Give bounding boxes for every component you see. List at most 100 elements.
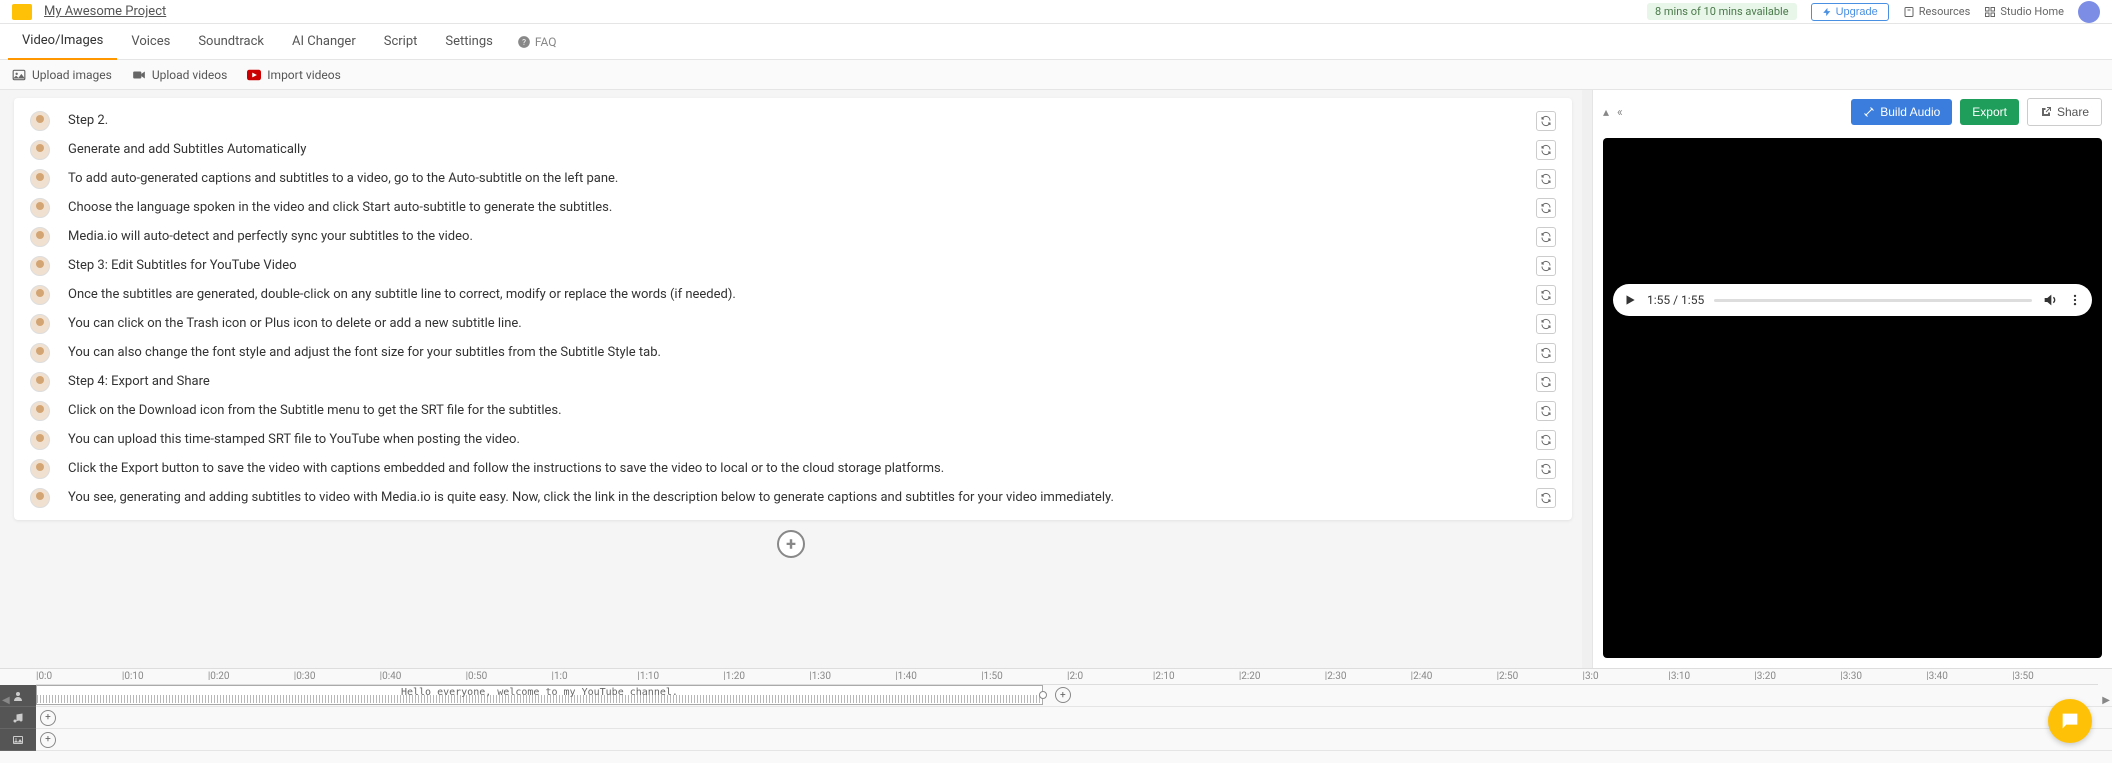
script-line-text[interactable]: Step 4: Export and Share [68,371,1518,392]
regenerate-button[interactable] [1536,343,1556,363]
faq-link[interactable]: ? FAQ [507,35,567,49]
upload-videos-button[interactable]: Upload videos [132,68,227,82]
volume-button[interactable] [2042,292,2058,308]
timeline-tick: |0:50 [466,671,488,682]
row-avatar[interactable] [30,140,50,160]
row-avatar[interactable] [30,198,50,218]
script-line-text[interactable]: You can upload this time-stamped SRT fil… [68,429,1518,450]
timeline-scroll-right[interactable]: ▶ [2102,695,2110,706]
row-avatar[interactable] [30,343,50,363]
script-row[interactable]: You see, generating and adding subtitles… [14,483,1572,512]
row-avatar[interactable] [30,459,50,479]
timeline-ruler[interactable]: |0:0|0:10|0:20|0:30|0:40|0:50|1:0|1:10|1… [36,669,2098,685]
regenerate-button[interactable] [1536,285,1556,305]
script-line-text[interactable]: Choose the language spoken in the video … [68,197,1518,218]
add-block-button[interactable]: + [777,530,805,558]
script-line-text[interactable]: You can click on the Trash icon or Plus … [68,313,1518,334]
add-clip-button[interactable]: + [1055,687,1071,703]
script-row[interactable]: You can upload this time-stamped SRT fil… [14,425,1572,454]
collapse-left-icon[interactable]: « [1617,105,1623,119]
upload-images-button[interactable]: Upload images [12,68,112,82]
collapse-up-icon[interactable]: ▴ [1603,105,1609,119]
regenerate-button[interactable] [1536,169,1556,189]
row-avatar[interactable] [30,256,50,276]
regenerate-button[interactable] [1536,314,1556,334]
add-music-button[interactable]: + [40,710,56,726]
refresh-icon [1540,289,1552,301]
script-row[interactable]: Once the subtitles are generated, double… [14,280,1572,309]
tab-voices[interactable]: Voices [117,24,184,60]
script-row[interactable]: Choose the language spoken in the video … [14,193,1572,222]
voice-track[interactable]: Hello everyone, welcome to my YouTube ch… [36,685,2112,707]
row-avatar[interactable] [30,372,50,392]
clip-end-handle[interactable] [1039,691,1047,699]
regenerate-button[interactable] [1536,227,1556,247]
script-line-text[interactable]: You can also change the font style and a… [68,342,1518,363]
script-row[interactable]: Click on the Download icon from the Subt… [14,396,1572,425]
script-row[interactable]: Step 3: Edit Subtitles for YouTube Video [14,251,1572,280]
user-avatar[interactable] [2078,1,2100,23]
tab-settings[interactable]: Settings [431,24,506,60]
script-line-text[interactable]: Click on the Download icon from the Subt… [68,400,1518,421]
script-line-text[interactable]: You see, generating and adding subtitles… [68,487,1518,508]
regenerate-button[interactable] [1536,140,1556,160]
row-avatar[interactable] [30,430,50,450]
add-image-button[interactable]: + [40,732,56,748]
row-avatar[interactable] [30,227,50,247]
more-options-button[interactable] [2068,293,2082,307]
script-row[interactable]: Step 4: Export and Share [14,367,1572,396]
studio-home-link[interactable]: Studio Home [1984,5,2064,18]
script-row[interactable]: You can click on the Trash icon or Plus … [14,309,1572,338]
scrollbar[interactable] [1582,90,1592,668]
progress-bar[interactable] [1714,299,2032,302]
script-line-text[interactable]: To add auto-generated captions and subti… [68,168,1518,189]
tab-soundtrack[interactable]: Soundtrack [184,24,278,60]
script-row[interactable]: Media.io will auto-detect and perfectly … [14,222,1572,251]
script-line-text[interactable]: Step 2. [68,110,1518,131]
regenerate-button[interactable] [1536,488,1556,508]
row-avatar[interactable] [30,314,50,334]
row-avatar[interactable] [30,111,50,131]
script-line-text[interactable]: Step 3: Edit Subtitles for YouTube Video [68,255,1518,276]
regenerate-button[interactable] [1536,372,1556,392]
timeline-scroll-left[interactable]: ◀ [2,695,10,706]
upgrade-button[interactable]: Upgrade [1811,3,1889,21]
tab-video-images[interactable]: Video/Images [8,24,117,60]
script-line-text[interactable]: Generate and add Subtitles Automatically [68,139,1518,160]
video-preview[interactable]: 1:55 / 1:55 [1603,138,2102,658]
script-row[interactable]: Step 2. [14,106,1572,135]
script-row[interactable]: You can also change the font style and a… [14,338,1572,367]
track-image-icon[interactable] [0,729,36,751]
row-avatar[interactable] [30,285,50,305]
script-row[interactable]: Click the Export button to save the vide… [14,454,1572,483]
script-line-text[interactable]: Once the subtitles are generated, double… [68,284,1518,305]
regenerate-button[interactable] [1536,401,1556,421]
row-avatar[interactable] [30,488,50,508]
build-audio-button[interactable]: Build Audio [1851,99,1952,125]
regenerate-button[interactable] [1536,256,1556,276]
export-button[interactable]: Export [1960,99,2019,125]
image-track[interactable]: + [36,729,2112,751]
project-name[interactable]: My Awesome Project [44,4,166,19]
regenerate-button[interactable] [1536,459,1556,479]
regenerate-button[interactable] [1536,198,1556,218]
row-avatar[interactable] [30,169,50,189]
track-music-icon[interactable] [0,707,36,729]
script-line-text[interactable]: Media.io will auto-detect and perfectly … [68,226,1518,247]
script-line-text[interactable]: Click the Export button to save the vide… [68,458,1518,479]
import-videos-button[interactable]: Import videos [247,68,341,82]
tab-script[interactable]: Script [370,24,432,60]
voice-clip[interactable]: Hello everyone, welcome to my YouTube ch… [36,685,1043,705]
script-row[interactable]: To add auto-generated captions and subti… [14,164,1572,193]
tab-ai-changer[interactable]: AI Changer [278,24,370,60]
script-row[interactable]: Generate and add Subtitles Automatically [14,135,1572,164]
chat-fab[interactable] [2048,699,2092,743]
share-button[interactable]: Share [2027,98,2102,126]
build-audio-label: Build Audio [1880,105,1940,119]
regenerate-button[interactable] [1536,430,1556,450]
resources-link[interactable]: Resources [1903,5,1971,18]
regenerate-button[interactable] [1536,111,1556,131]
play-button[interactable] [1623,293,1637,307]
music-track[interactable]: + [36,707,2112,729]
row-avatar[interactable] [30,401,50,421]
